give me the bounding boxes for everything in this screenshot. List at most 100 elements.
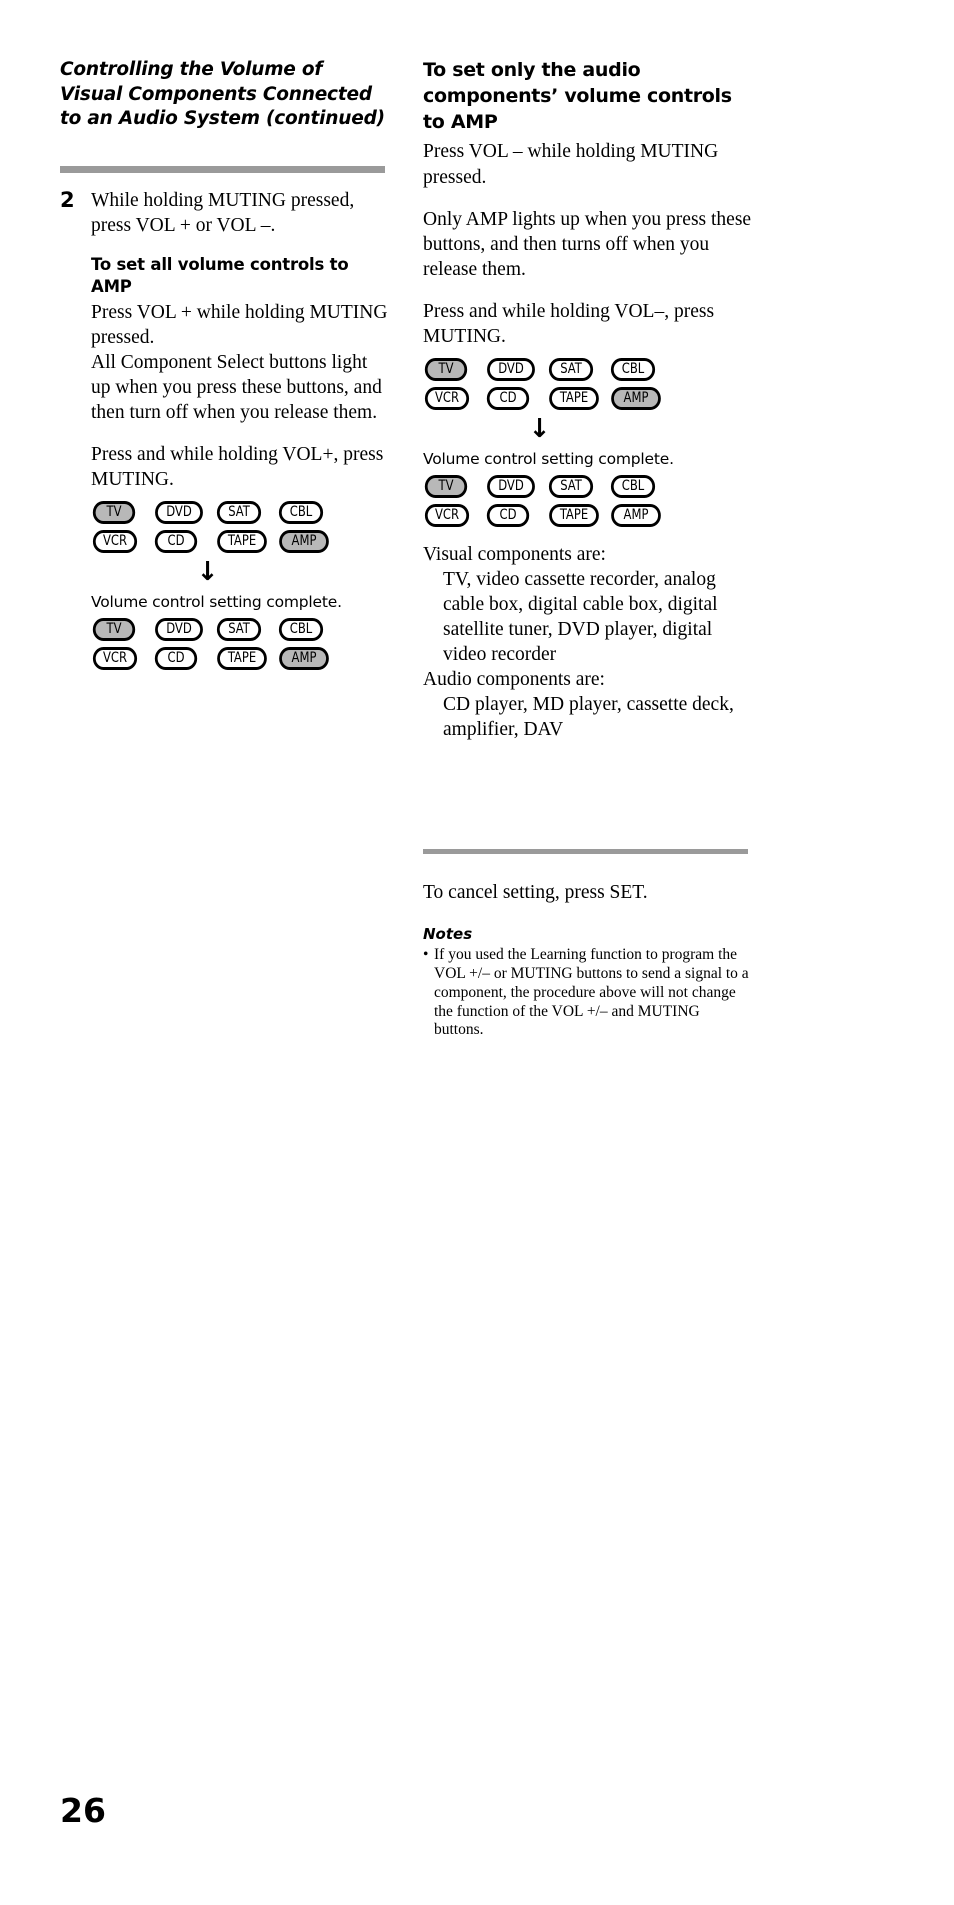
left-subheading: To set all volume controls to AMP (91, 255, 349, 296)
pill-slot: CBL (609, 357, 671, 381)
header-rule (60, 166, 385, 173)
pill-slot: DVD (485, 474, 547, 498)
component-button-dvd: DVD (155, 500, 203, 524)
component-button-tv: TV (424, 474, 468, 498)
right-diagram-caption: Volume control setting complete. (423, 449, 674, 468)
component-button-dvd: DVD (487, 357, 535, 381)
component-button-cbl: CBL (278, 500, 324, 524)
pill-slot: CD (485, 503, 547, 527)
component-button-amp: AMP (279, 529, 329, 553)
component-button-tape: TAPE (217, 646, 267, 670)
pill-row: TV DVD SAT CBL (423, 474, 753, 498)
right-column: To set only the audio components’ volume… (423, 58, 753, 742)
component-button-sat: SAT (216, 500, 262, 524)
component-button-dvd: DVD (487, 474, 535, 498)
pill-slot: SAT (547, 474, 609, 498)
audio-components-items: CD player, MD player, cassette deck, amp… (443, 694, 734, 741)
pill-slot: CBL (609, 474, 671, 498)
pill-slot: AMP (609, 503, 671, 527)
right-button-diagram-1: TV DVD SAT CBL VCR CD TAPE AMP (423, 357, 753, 410)
pill-slot: SAT (215, 500, 277, 524)
pill-slot: CD (153, 646, 215, 670)
pill-slot: VCR (91, 529, 153, 553)
component-button-dvd: DVD (155, 617, 203, 641)
down-arrow-icon: ↓ (196, 556, 219, 587)
cancel-setting-text: To cancel setting, press SET. (423, 882, 648, 903)
component-button-cd: CD (154, 646, 198, 670)
footer-rule (423, 849, 748, 854)
component-button-tv: TV (92, 500, 136, 524)
component-button-amp: AMP (611, 386, 661, 410)
pill-row: TV DVD SAT CBL (91, 617, 390, 641)
pill-slot: TV (91, 500, 153, 524)
visual-components-items: TV, video cassette recorder, analog cabl… (443, 568, 718, 665)
component-button-tv: TV (424, 357, 468, 381)
pill-row: VCR CD TAPE AMP (91, 646, 390, 670)
pill-slot: VCR (423, 503, 485, 527)
component-lists: Visual components are: TV, video cassett… (423, 542, 753, 742)
component-button-cbl: CBL (610, 474, 656, 498)
pill-row: VCR CD TAPE AMP (91, 529, 390, 553)
component-button-vcr: VCR (92, 646, 138, 670)
note-list-item: • If you used the Learning function to p… (423, 946, 753, 1040)
pill-slot: SAT (215, 617, 277, 641)
pill-slot: AMP (609, 386, 671, 410)
pill-row: VCR CD TAPE AMP (423, 386, 753, 410)
visual-components-label: Visual components are: (423, 543, 606, 565)
notes-heading: Notes (423, 925, 473, 944)
component-button-tape: TAPE (549, 503, 599, 527)
page-number: 26 (60, 1791, 106, 1830)
component-button-tape: TAPE (549, 386, 599, 410)
step-number: 2 (60, 188, 75, 212)
component-button-sat: SAT (548, 474, 594, 498)
step-2-block: 2 While holding MUTING pressed, press VO… (60, 188, 390, 238)
component-button-cd: CD (154, 529, 198, 553)
audio-components-label: Audio components are: (423, 669, 605, 691)
pill-slot: TAPE (547, 503, 609, 527)
left-indent-block: To set all volume controls to AMP Press … (60, 254, 390, 670)
pill-slot: VCR (423, 386, 485, 410)
left-paragraph-3: Press and while holding VOL+, press MUTI… (91, 443, 384, 490)
right-button-diagram-2: TV DVD SAT CBL VCR CD TAPE AMP (423, 474, 753, 527)
pill-slot: DVD (485, 357, 547, 381)
right-paragraph-3: Press and while holding VOL–, press MUTI… (423, 300, 715, 347)
component-button-vcr: VCR (92, 529, 138, 553)
pill-slot: CBL (277, 500, 339, 524)
pill-slot: AMP (277, 529, 339, 553)
component-button-tv: TV (92, 617, 136, 641)
pill-slot: CD (153, 529, 215, 553)
left-paragraph-1: Press VOL + while holding MUTING pressed… (91, 301, 388, 348)
pill-slot: TV (423, 474, 485, 498)
pill-slot: TAPE (215, 646, 277, 670)
component-button-tape: TAPE (217, 529, 267, 553)
right-column-footer: To cancel setting, press SET. Notes • If… (423, 880, 753, 1040)
pill-slot: CD (485, 386, 547, 410)
component-button-sat: SAT (548, 357, 594, 381)
pill-slot: AMP (277, 646, 339, 670)
pill-slot: TAPE (215, 529, 277, 553)
left-button-diagram-2: TV DVD SAT CBL VCR CD TAPE AMP (91, 617, 390, 670)
right-paragraph-2: Only AMP lights up when you press these … (423, 208, 752, 280)
note-text: If you used the Learning function to pro… (434, 946, 749, 1039)
left-paragraph-2: All Component Select buttons light up wh… (91, 351, 382, 423)
left-column: Controlling the Volume of Visual Compone… (60, 58, 390, 132)
left-diagram-caption: Volume control setting complete. (91, 592, 342, 611)
left-button-diagram-1: TV DVD SAT CBL VCR CD TAPE AMP (91, 500, 390, 553)
pill-slot: DVD (153, 500, 215, 524)
pill-row: TV DVD SAT CBL (423, 357, 753, 381)
manual-page: Controlling the Volume of Visual Compone… (0, 0, 954, 1905)
pill-slot: TV (91, 617, 153, 641)
component-button-sat: SAT (216, 617, 262, 641)
pill-slot: DVD (153, 617, 215, 641)
component-button-amp: AMP (611, 503, 661, 527)
pill-row: VCR CD TAPE AMP (423, 503, 753, 527)
left-column-body: 2 While holding MUTING pressed, press VO… (60, 188, 390, 676)
pill-slot: SAT (547, 357, 609, 381)
pill-slot: CBL (277, 617, 339, 641)
bullet-icon: • (423, 946, 429, 964)
down-arrow-icon: ↓ (528, 413, 551, 444)
step-2-text: While holding MUTING pressed, press VOL … (91, 190, 355, 237)
component-button-vcr: VCR (424, 503, 470, 527)
component-button-cd: CD (486, 503, 530, 527)
right-paragraph-1: Press VOL – while holding MUTING pressed… (423, 141, 719, 188)
